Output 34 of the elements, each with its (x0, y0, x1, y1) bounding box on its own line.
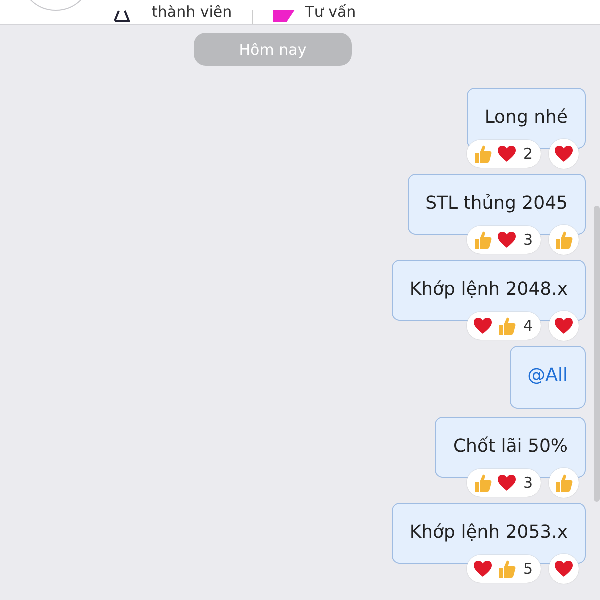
heart-icon (497, 231, 518, 249)
thumbs-up-icon (473, 230, 494, 250)
person-icon (112, 10, 132, 22)
my-reaction[interactable] (549, 554, 579, 584)
date-separator: Hôm nay (194, 33, 352, 66)
reaction-summary[interactable]: 3 (467, 469, 541, 497)
reaction-summary[interactable]: 4 (467, 312, 541, 340)
message-bubble[interactable]: STL thủng 2045 (408, 174, 586, 235)
heart-icon (554, 145, 574, 163)
reaction-summary[interactable]: 5 (467, 555, 541, 583)
thumbs-up-icon (497, 559, 518, 579)
my-reaction[interactable] (549, 311, 579, 341)
thumbs-up-icon (554, 473, 574, 493)
reaction-summary[interactable]: 3 (467, 226, 541, 254)
reaction-summary[interactable]: 2 (467, 140, 541, 168)
heart-icon (473, 317, 494, 335)
thumbs-up-icon (473, 144, 494, 164)
message-bubble[interactable]: Khớp lệnh 2053.x (392, 503, 586, 564)
consult-label[interactable]: Tư vấn (305, 5, 356, 20)
message-bubble[interactable]: Khớp lệnh 2048.x (392, 260, 586, 321)
tag-icon (273, 10, 296, 22)
message-bubble[interactable]: Long nhé (466, 88, 586, 149)
thumbs-up-icon (554, 230, 574, 250)
thumbs-up-icon (497, 316, 518, 336)
thumbs-up-icon (473, 473, 494, 493)
mention-bubble[interactable]: @All (510, 346, 586, 409)
heart-icon (497, 474, 518, 492)
heart-icon (554, 560, 574, 578)
members-label[interactable]: thành viên (152, 5, 232, 20)
my-reaction[interactable] (549, 139, 579, 169)
heart-icon (473, 560, 494, 578)
heart-icon (554, 317, 574, 335)
message-bubble[interactable]: Chốt lãi 50% (435, 417, 586, 478)
heart-icon (497, 145, 518, 163)
